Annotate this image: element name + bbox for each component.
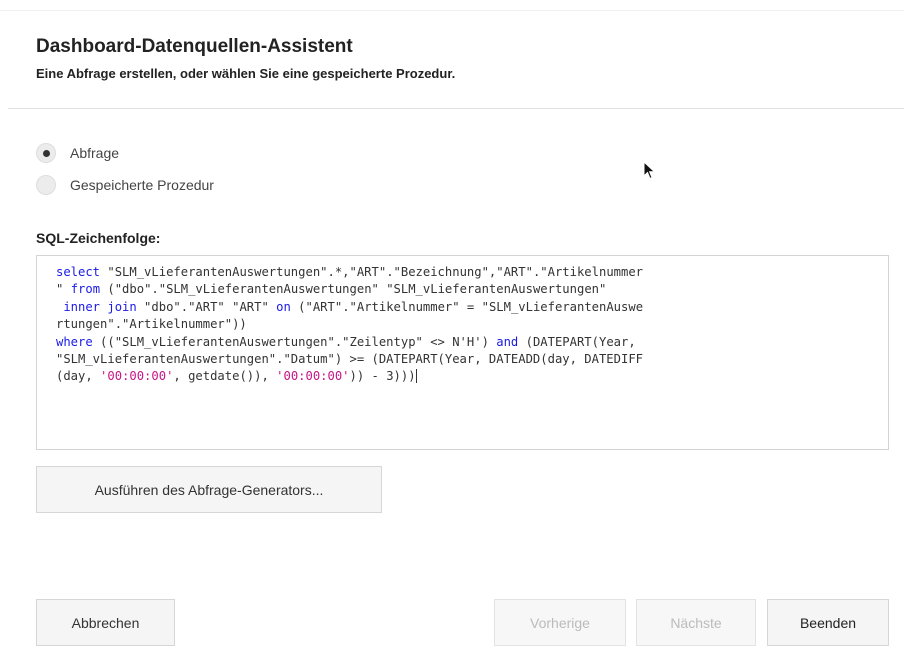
- sql-text: ("ART"."Artikelnummer" = "SLM_vLieferant…: [290, 299, 644, 314]
- sql-keyword: select: [56, 265, 101, 279]
- query-radio-label: Abfrage: [70, 145, 120, 161]
- radio-option-query[interactable]: Abfrage: [36, 143, 119, 163]
- sql-string-label: SQL-Zeichenfolge:: [36, 230, 161, 246]
- finish-button[interactable]: Beenden: [767, 599, 889, 646]
- sql-text: rtungen"."Artikelnummer")): [56, 317, 247, 332]
- text-caret: [415, 369, 417, 384]
- sql-keyword: from: [70, 282, 101, 297]
- cancel-button[interactable]: Abbrechen: [36, 599, 175, 646]
- top-border: [0, 10, 904, 11]
- mouse-pointer-icon: [643, 161, 656, 180]
- header-divider: [8, 108, 904, 109]
- dialog-subtitle: Eine Abfrage erstellen, oder wählen Sie …: [36, 66, 456, 81]
- sql-string-literal: '00:00:00': [276, 369, 350, 384]
- sql-text: )) - 3))): [349, 369, 416, 384]
- next-button[interactable]: Nächste: [636, 599, 756, 646]
- stored-procedure-radio-label: Gespeicherte Prozedur: [70, 177, 214, 193]
- sql-text: (("SLM_vLieferantenAuswertungen"."Zeilen…: [92, 334, 497, 349]
- sql-string-literal: '00:00:00': [100, 369, 174, 384]
- sql-keyword: inner join: [56, 299, 137, 314]
- sql-text: , getdate()),: [173, 369, 277, 384]
- query-builder-button[interactable]: Ausführen des Abfrage-Generators...: [36, 466, 382, 513]
- sql-text: ": [56, 282, 71, 297]
- sql-keyword: and: [496, 334, 519, 349]
- stored-procedure-radio[interactable]: [36, 175, 56, 195]
- radio-option-stored-procedure[interactable]: Gespeicherte Prozedur: [36, 175, 214, 195]
- sql-text: "SLM_vLieferantenAuswertungen"."Datum") …: [56, 352, 643, 367]
- previous-button[interactable]: Vorherige: [494, 599, 626, 646]
- sql-code[interactable]: select "SLM_vLieferantenAuswertungen".*,…: [56, 264, 878, 386]
- sql-text: "dbo"."ART" "ART": [136, 299, 277, 314]
- sql-text: (DATEPART(Year,: [518, 334, 636, 349]
- sql-keyword: on: [276, 299, 291, 314]
- sql-text: ("dbo"."SLM_vLieferantenAuswertungen" "S…: [100, 282, 607, 297]
- query-radio[interactable]: [36, 143, 56, 163]
- sql-keyword: where: [56, 334, 93, 349]
- sql-editor[interactable]: select "SLM_vLieferantenAuswertungen".*,…: [36, 255, 889, 450]
- dialog-title: Dashboard-Datenquellen-Assistent: [36, 36, 353, 57]
- sql-text: (day,: [56, 369, 101, 384]
- sql-text: "SLM_vLieferantenAuswertungen".*,"ART"."…: [100, 265, 644, 279]
